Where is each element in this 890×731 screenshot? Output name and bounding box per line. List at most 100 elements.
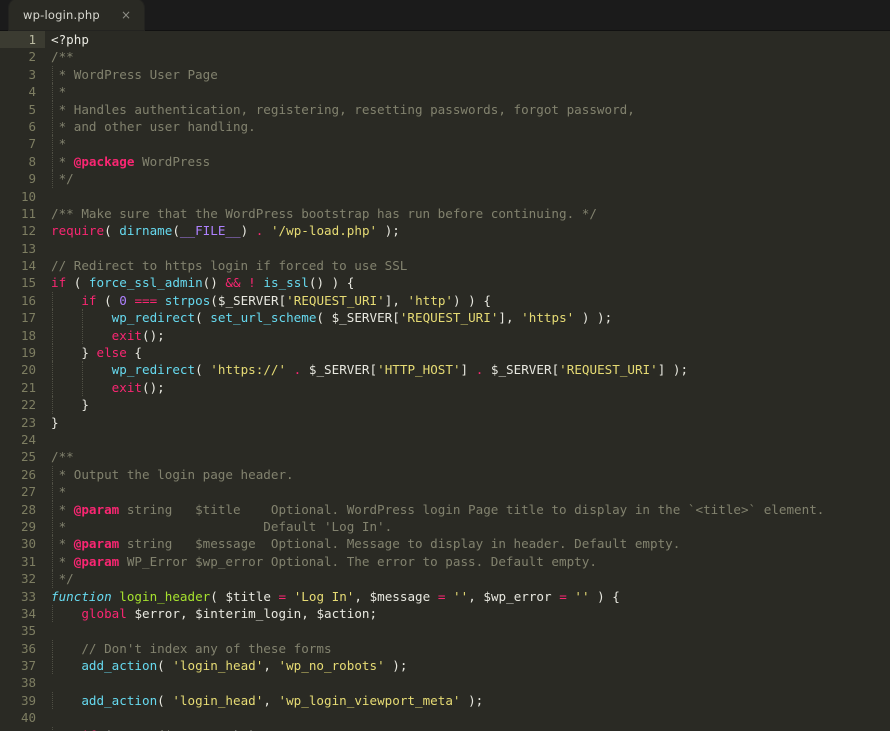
- code-line: if ( empty($wp_error) ): [51, 726, 890, 731]
- line-number: 36: [20, 640, 36, 656]
- code-line: * @param string $title Optional. WordPre…: [51, 500, 825, 518]
- line-number: 14: [20, 258, 36, 274]
- code-line: * WordPress User Page: [51, 65, 218, 84]
- code-line: *: [51, 483, 67, 501]
- code-line: /**: [51, 449, 74, 465]
- line-number: 8: [28, 153, 36, 169]
- indent-guide: [52, 604, 53, 623]
- line-number: 23: [20, 414, 36, 430]
- close-icon[interactable]: ×: [103, 9, 144, 21]
- line-number: 6: [28, 118, 36, 134]
- source-code[interactable]: <?php /** * WordPress User Page * * Handl…: [45, 31, 890, 731]
- code-line: if ( 0 === strpos($_SERVER['REQUEST_URI'…: [51, 291, 890, 310]
- line-number: 33: [20, 588, 36, 604]
- indent-guide: [52, 483, 53, 501]
- code-line: // Redirect to https login if forced to …: [51, 258, 408, 274]
- line-number: 32: [20, 571, 36, 587]
- code-editor[interactable]: 1 2 3 4 5 6 7 8 9 10 11 12 13 14 15 16 1…: [0, 31, 890, 731]
- indent-guide: [52, 500, 53, 518]
- indent-guide: [82, 361, 84, 379]
- indent-guide: [52, 170, 53, 188]
- line-number: 27: [20, 484, 36, 500]
- line-number: 13: [20, 240, 36, 256]
- code-line: add_action( 'login_head', 'wp_login_view…: [51, 691, 890, 710]
- line-number: 7: [28, 136, 36, 152]
- line-number-gutter: 1 2 3 4 5 6 7 8 9 10 11 12 13 14 15 16 1…: [0, 31, 45, 731]
- line-number: 15: [20, 275, 36, 291]
- line-number: 35: [20, 623, 36, 639]
- tab-bar: wp-login.php ×: [0, 0, 890, 31]
- indent-guide: [52, 517, 53, 536]
- code-line: * @package WordPress: [51, 152, 211, 171]
- code-line: global $error, $interim_login, $action;: [51, 604, 890, 623]
- code-line: /**: [51, 49, 74, 65]
- indent-guide: [52, 535, 53, 553]
- indent-guide: [52, 361, 53, 379]
- line-number: 2: [28, 49, 36, 65]
- indent-guide: [52, 552, 53, 571]
- code-line: */: [51, 170, 74, 188]
- line-number: 30: [20, 536, 36, 552]
- indent-guide: [52, 639, 53, 658]
- indent-guide: [52, 326, 53, 345]
- line-number: 11: [20, 205, 36, 221]
- indent-guide: [52, 309, 53, 327]
- code-line: wp_redirect( 'https://' . $_SERVER['HTTP…: [51, 361, 890, 379]
- indent-guide: [52, 396, 53, 414]
- code-line: * Output the login page header.: [51, 465, 294, 484]
- line-number: 16: [20, 292, 36, 308]
- line-number: 25: [20, 449, 36, 465]
- line-number: 38: [20, 675, 36, 691]
- line-number: 22: [20, 397, 36, 413]
- indent-guide: [52, 65, 53, 84]
- code-line: wp_redirect( set_url_scheme( $_SERVER['R…: [51, 309, 890, 327]
- line-number: 17: [20, 310, 36, 326]
- line-number: 34: [20, 605, 36, 621]
- code-line: * Handles authentication, registering, r…: [51, 100, 635, 118]
- line-number: 3: [28, 66, 36, 82]
- code-line: require( dirname(__FILE__) . '/wp-load.p…: [51, 223, 400, 239]
- code-line: add_action( 'login_head', 'wp_no_robots'…: [51, 657, 890, 675]
- line-number: 31: [20, 553, 36, 569]
- code-line: function login_header( $title = 'Log In'…: [51, 588, 620, 604]
- indent-guide: [52, 83, 53, 101]
- indent-guide: [82, 378, 84, 397]
- indent-guide: [52, 100, 53, 118]
- code-line: */: [51, 570, 74, 588]
- code-line: // Don't index any of these forms: [51, 639, 332, 658]
- line-number: 20: [20, 362, 36, 378]
- indent-guide: [52, 117, 53, 136]
- line-number: 9: [28, 171, 36, 187]
- code-line: <?php: [51, 32, 89, 47]
- line-number: 18: [20, 327, 36, 343]
- indent-guide: [52, 691, 53, 710]
- indent-guide: [52, 570, 53, 588]
- code-line: /** Make sure that the WordPress bootstr…: [51, 205, 597, 221]
- line-number: 5: [28, 101, 36, 117]
- editor-tab-wp-login-php[interactable]: wp-login.php ×: [9, 0, 144, 30]
- line-number: 29: [20, 518, 36, 534]
- indent-guide: [52, 465, 53, 484]
- line-number: 40: [20, 710, 36, 726]
- code-line: *: [51, 83, 67, 101]
- code-line: if ( force_ssl_admin() && ! is_ssl() ) {: [51, 275, 355, 291]
- code-line: * @param WP_Error $wp_error Optional. Th…: [51, 552, 597, 571]
- code-line: } else {: [51, 344, 143, 362]
- line-number: 28: [20, 501, 36, 517]
- indent-guide: [52, 344, 53, 362]
- line-number: 21: [20, 379, 36, 395]
- line-number: 37: [20, 658, 36, 674]
- code-line: *: [51, 135, 67, 153]
- line-number: 4: [28, 84, 36, 100]
- indent-guide: [52, 152, 53, 171]
- indent-guide: [52, 726, 53, 731]
- line-number: 41: [0, 727, 45, 731]
- line-number: 26: [20, 466, 36, 482]
- line-number: 10: [20, 188, 36, 204]
